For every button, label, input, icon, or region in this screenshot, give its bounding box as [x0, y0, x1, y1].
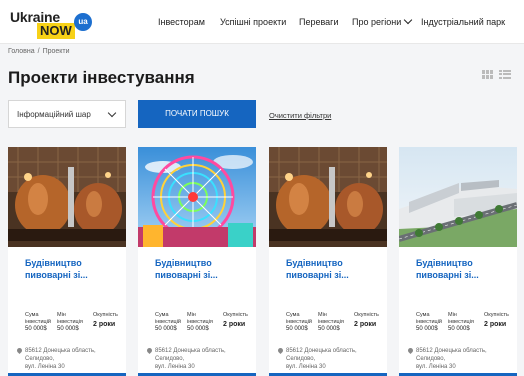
nav-advantages[interactable]: Переваги: [299, 17, 338, 27]
top-navigation-bar: Ukraine NOW ua Інвесторам Успішні проект…: [0, 0, 524, 44]
project-title[interactable]: Будівництво пивоварні зі...: [155, 257, 250, 281]
project-card[interactable]: Будівництво пивоварні зі... Сума інвестиці…: [269, 147, 387, 376]
location-pin-icon: [276, 346, 285, 355]
list-view-icon[interactable]: [499, 70, 511, 79]
project-title[interactable]: Будівництво пивоварні зі...: [25, 257, 120, 281]
nav-about-regions[interactable]: Про регіони: [352, 15, 413, 27]
nav-investors[interactable]: Інвесторам: [158, 17, 205, 27]
project-image-industrial-park[interactable]: [399, 147, 517, 247]
start-search-button[interactable]: ПОЧАТИ ПОШУК: [138, 100, 256, 128]
project-image-brewery[interactable]: [269, 147, 387, 247]
location-pin-icon: [406, 346, 415, 355]
breadcrumb-current: Проекти: [42, 48, 70, 55]
project-title[interactable]: Будівництво пивоварні зі...: [416, 257, 511, 281]
project-card[interactable]: Будівництво пивоварні зі... Сума інвестиці…: [399, 147, 517, 376]
chevron-down-icon: [107, 108, 117, 118]
info-layer-select-value: Інформаційний шар: [17, 110, 91, 119]
chevron-down-icon: [404, 15, 413, 25]
project-stats: Сума інвестицій 50 000$ Мін інвестиція 50 …: [416, 312, 509, 332]
project-image-brewery[interactable]: [8, 147, 126, 247]
project-address: 85612 Донецька область, Селидово, вул. Лен…: [406, 346, 514, 371]
nav-about-regions-label: Про регіони: [352, 17, 402, 27]
breadcrumb: Головна / Проекти: [8, 48, 70, 55]
breadcrumb-home[interactable]: Головна: [8, 48, 35, 55]
nav-industrial-park[interactable]: Індустріальний парк: [421, 17, 505, 27]
project-address: 85612 Донецька область, Селидово, вул. Лен…: [15, 346, 123, 371]
page-title: Проекти інвестування: [8, 68, 195, 87]
project-stats: Сума інвестицій 50 000$ Мін інвестиція 50 …: [155, 312, 248, 332]
project-card[interactable]: Будівництво пивоварні зі... Сума інвестиці…: [138, 147, 256, 376]
grid-view-icon[interactable]: [482, 70, 494, 79]
project-card[interactable]: Будівництво пивоварні зі... Сума інвестиці…: [8, 147, 126, 376]
location-pin-icon: [145, 346, 154, 355]
project-address: 85612 Донецька область, Селидово, вул. Лен…: [276, 346, 384, 371]
nav-success-projects[interactable]: Успішні проекти: [220, 17, 286, 27]
project-title[interactable]: Будівництво пивоварні зі...: [286, 257, 381, 281]
ukraine-now-logo[interactable]: Ukraine NOW ua: [10, 9, 92, 39]
clear-filters-link[interactable]: Очистити фільтри: [269, 111, 331, 120]
project-stats: Сума інвестицій 50 000$ Мін інвестиція 50 …: [286, 312, 379, 332]
location-pin-icon: [15, 346, 24, 355]
logo-ua-badge: ua: [74, 13, 92, 31]
project-image-ferris-wheel[interactable]: [138, 147, 256, 247]
project-stats: Сума інвестицій 50 000$ Мін інвестиція 50 …: [25, 312, 118, 332]
logo-text-now: NOW: [37, 23, 75, 39]
breadcrumb-separator: /: [37, 48, 40, 55]
info-layer-select[interactable]: Інформаційний шар: [8, 100, 126, 128]
project-address: 85612 Донецька область, Селидово, вул. Лен…: [145, 346, 253, 371]
